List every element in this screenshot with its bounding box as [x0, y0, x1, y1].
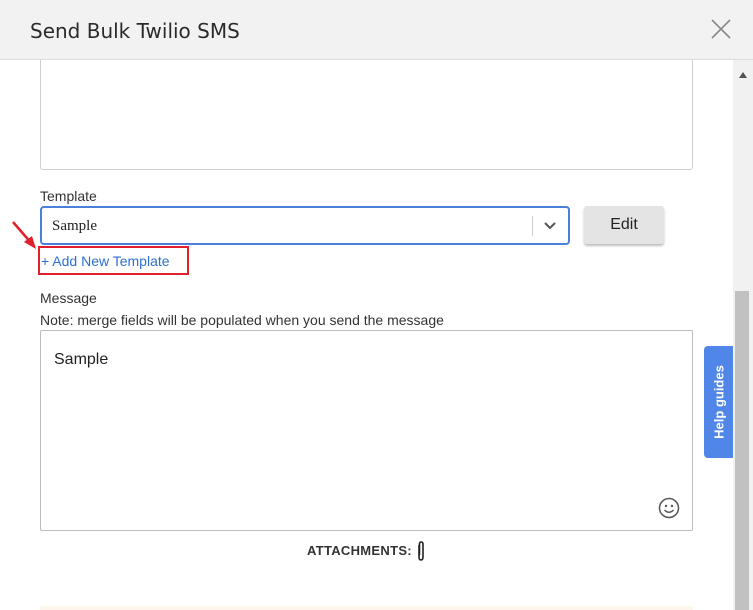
merge-fields-note: Note: merge fields will be populated whe…: [40, 312, 444, 328]
edit-template-button[interactable]: Edit: [584, 206, 664, 244]
dialog-title: Send Bulk Twilio SMS: [30, 19, 240, 43]
template-selected-value: Sample: [52, 218, 97, 234]
message-textarea[interactable]: Sample: [40, 330, 693, 531]
scrollbar-thumb[interactable]: [735, 291, 749, 610]
vertical-scrollbar[interactable]: [733, 60, 753, 610]
paperclip-icon[interactable]: [416, 540, 426, 562]
message-text: Sample: [54, 351, 109, 368]
add-new-template-link[interactable]: + Add New Template: [41, 253, 170, 269]
add-template-highlight: + Add New Template: [38, 246, 189, 275]
template-select[interactable]: Sample: [40, 206, 570, 245]
bottom-panel-edge: [40, 606, 693, 610]
dialog-header: Send Bulk Twilio SMS: [0, 0, 753, 60]
upper-text-area[interactable]: [40, 60, 693, 170]
red-arrow-icon: [10, 220, 40, 252]
message-label: Message: [40, 290, 97, 306]
select-divider: [532, 216, 533, 236]
template-label: Template: [40, 188, 97, 204]
emoji-icon[interactable]: [658, 497, 680, 519]
close-icon[interactable]: [706, 14, 736, 44]
help-guides-tab[interactable]: Help guides: [704, 346, 733, 458]
scroll-up-arrow-icon[interactable]: [738, 66, 748, 78]
help-guides-label: Help guides: [711, 365, 726, 439]
attachments-label: ATTACHMENTS:: [307, 543, 412, 558]
dialog-content: Template Sample Edit + Add New Template …: [0, 60, 733, 610]
chevron-down-icon[interactable]: [542, 218, 558, 234]
